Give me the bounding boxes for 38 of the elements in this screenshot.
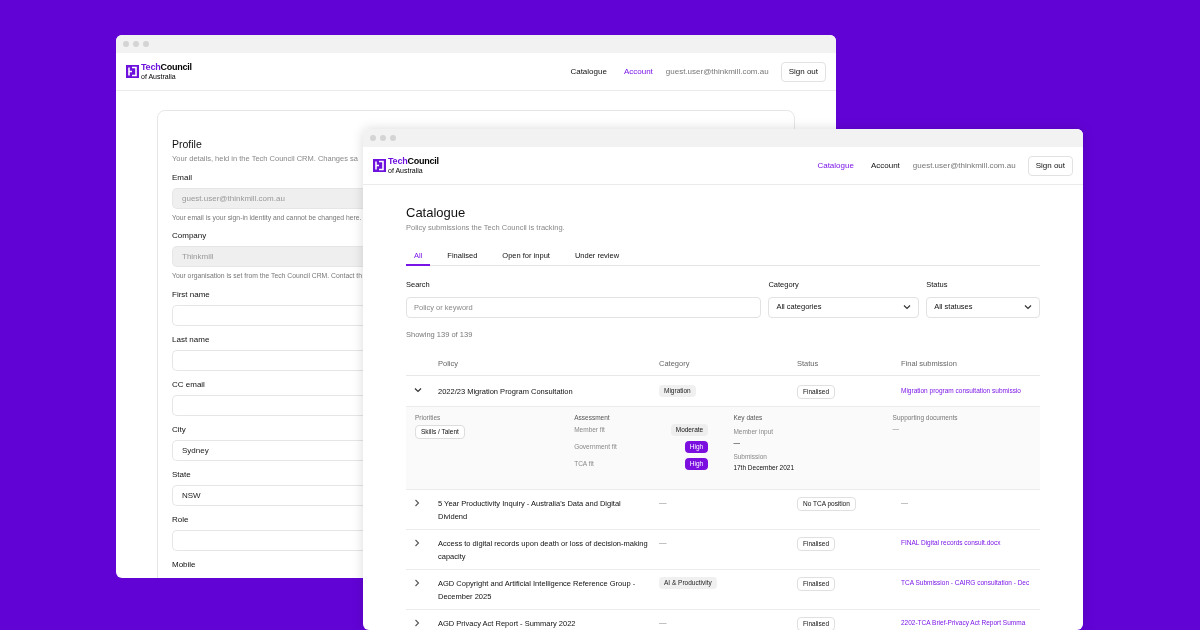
user-email: guest.user@thinkmill.com.au xyxy=(665,65,769,78)
text-field[interactable] xyxy=(172,349,363,371)
text-field[interactable] xyxy=(172,304,363,326)
sign-out-button[interactable]: Sign out xyxy=(780,61,826,82)
window-controls-icon xyxy=(123,41,149,47)
logo-icon xyxy=(126,65,139,78)
chevron-down-icon[interactable] xyxy=(414,386,422,393)
logo-text: TechCouncil xyxy=(388,157,439,166)
logo-text: TechCouncil xyxy=(141,63,192,72)
user-email: guest.user@thinkmill.com.au xyxy=(912,159,1016,172)
field-label: CC email xyxy=(172,379,205,390)
nav-link[interactable]: Account xyxy=(623,65,653,78)
text-field[interactable] xyxy=(172,394,363,416)
field-label: Email xyxy=(172,173,192,184)
text-field[interactable]: NSW xyxy=(172,484,363,506)
chevron-down-icon xyxy=(903,304,912,310)
nav-link[interactable]: Catalogue xyxy=(817,159,854,172)
field-label: Role xyxy=(172,514,189,525)
field-label: City xyxy=(172,424,186,435)
field-label: First name xyxy=(172,289,210,300)
field-label: State xyxy=(172,469,191,480)
chevron-right-icon[interactable] xyxy=(414,538,420,547)
chevron-right-icon[interactable] xyxy=(414,498,420,507)
page-title: Catalogue xyxy=(406,205,467,221)
sign-out-button[interactable]: Sign out xyxy=(1027,155,1073,176)
logo-icon xyxy=(373,159,386,172)
field-label: Last name xyxy=(172,334,210,345)
chevron-right-icon[interactable] xyxy=(414,618,420,627)
text-field[interactable]: Sydney xyxy=(172,439,363,461)
profile-title: Profile xyxy=(172,138,203,151)
chevron-right-icon[interactable] xyxy=(414,578,420,587)
nav-link[interactable]: Catalogue xyxy=(570,65,607,78)
chevron-down-icon xyxy=(1024,304,1032,310)
field-label: Company xyxy=(172,231,207,242)
text-field[interactable] xyxy=(172,529,363,551)
window-controls-icon xyxy=(370,135,396,141)
field-label: Mobile xyxy=(172,559,196,570)
nav-link[interactable]: Account xyxy=(870,159,900,172)
